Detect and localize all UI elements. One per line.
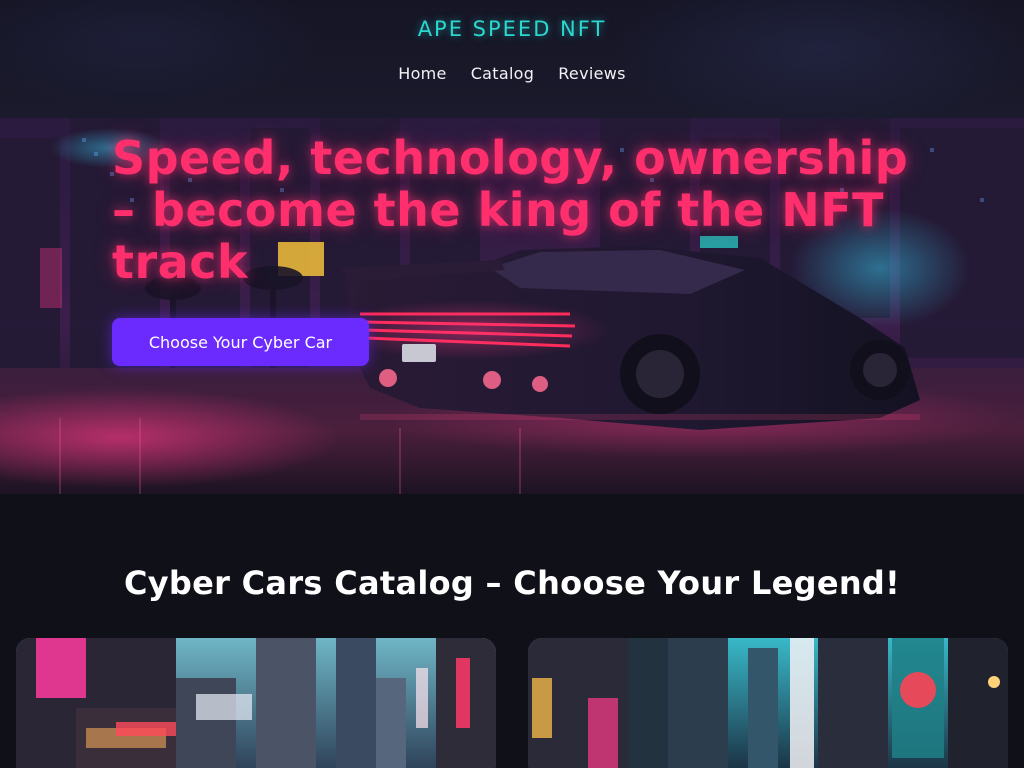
hero-title: Speed, technology, ownership – become th… [112, 131, 909, 289]
nav-link-reviews[interactable]: Reviews [558, 64, 626, 83]
nav-link-catalog[interactable]: Catalog [471, 64, 535, 83]
brand-logo[interactable]: APE SPEED NFT [0, 17, 1024, 41]
site-header: APE SPEED NFT Home Catalog Reviews [0, 0, 1024, 118]
nav-link-home[interactable]: Home [398, 64, 446, 83]
card-image-neon-street-pink [16, 638, 496, 768]
catalog-section: Cyber Cars Catalog – Choose Your Legend! [0, 494, 1024, 768]
choose-cyber-car-button[interactable]: Choose Your Cyber Car [112, 318, 369, 366]
catalog-card[interactable] [528, 638, 1008, 768]
catalog-card[interactable] [16, 638, 496, 768]
main-nav: Home Catalog Reviews [0, 64, 1024, 83]
hero-section: Speed, technology, ownership – become th… [0, 118, 1024, 494]
catalog-title: Cyber Cars Catalog – Choose Your Legend! [123, 564, 901, 602]
card-image-neon-street-cyan [528, 638, 1008, 768]
